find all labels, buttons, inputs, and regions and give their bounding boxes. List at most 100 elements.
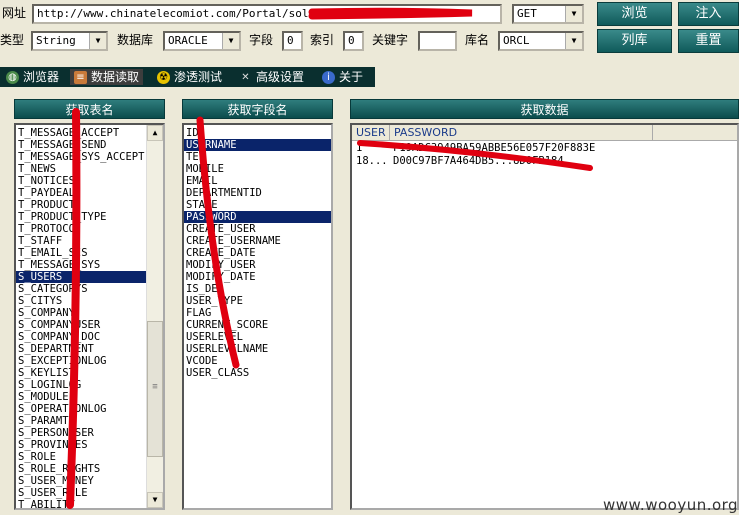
list-item[interactable]: CURRENT_SCORE	[184, 319, 331, 331]
tab-pentest[interactable]: ☢ 渗透测试	[153, 69, 226, 85]
list-item[interactable]: USER_TYPE	[184, 295, 331, 307]
list-item[interactable]: T_STAFF	[16, 235, 163, 247]
dbname-select[interactable]: ORCL ▼	[498, 31, 584, 51]
list-item[interactable]: T_EMAIL_SIS	[16, 247, 163, 259]
reset-button[interactable]: 重置	[678, 29, 739, 53]
list-item[interactable]: T_PAYDEAL	[16, 187, 163, 199]
list-item[interactable]: T_PRODUCT	[16, 199, 163, 211]
get-data-button[interactable]: 获取数据	[350, 99, 739, 119]
list-item[interactable]: S_COMPANY_DOC	[16, 331, 163, 343]
list-item[interactable]: DEPARTMENTID	[184, 187, 331, 199]
index-input[interactable]: 0	[343, 31, 364, 51]
list-item[interactable]: MODIFY_USER	[184, 259, 331, 271]
fields-list[interactable]: ID USERNAME TEL MOBILE EMAIL DEPARTMENTID STAT…	[182, 123, 333, 510]
tab-label: 数据读取	[91, 70, 140, 84]
column-header-password[interactable]: PASSWORD	[390, 125, 653, 140]
tables-list[interactable]: T_MESSAGE_ACCEPT T_MESSAGE_SEND T_MESSAGE_…	[14, 123, 165, 510]
field-count-input[interactable]: 0	[282, 31, 303, 51]
list-item[interactable]: S_PARAMTE	[16, 415, 163, 427]
list-item[interactable]: T_NEWS	[16, 163, 163, 175]
method-select[interactable]: GET ▼	[512, 4, 584, 24]
radiation-icon: ☢	[157, 70, 170, 84]
scroll-thumb[interactable]: ≡	[147, 321, 163, 457]
list-item[interactable]: T_PROTOCO	[16, 223, 163, 235]
tab-data-read[interactable]: ≡ 数据读取	[70, 69, 144, 85]
list-item[interactable]: S_MODULE	[16, 391, 163, 403]
list-item[interactable]: CREATE_DATE	[184, 247, 331, 259]
list-item[interactable]: T_MESSAGE_SEND	[16, 139, 163, 151]
list-item[interactable]: S_COMPANYUSER	[16, 319, 163, 331]
list-item[interactable]: FLAG	[184, 307, 331, 319]
list-item[interactable]: MOBILE	[184, 163, 331, 175]
list-item[interactable]: STATE	[184, 199, 331, 211]
list-item[interactable]: T_MESSAGE_ACCEPT	[16, 127, 163, 139]
tab-label: 渗透测试	[174, 70, 223, 84]
list-item[interactable]: S_OPERATIONLOG	[16, 403, 163, 415]
database-icon: ≡	[74, 70, 87, 84]
watermark: www.wooyun.org	[603, 496, 739, 514]
list-item[interactable]: IS_DEL	[184, 283, 331, 295]
list-item[interactable]: TEL	[184, 151, 331, 163]
list-item[interactable]: MODIFY_DATE	[184, 271, 331, 283]
type-select[interactable]: String ▼	[31, 31, 108, 51]
get-fields-button[interactable]: 获取字段名	[182, 99, 333, 119]
list-item[interactable]: CREATE_USERNAME	[184, 235, 331, 247]
tab-label: 关于	[339, 70, 364, 84]
list-item[interactable]: PASSWORD	[184, 211, 331, 223]
tab-bar: ◍ 浏览器 ≡ 数据读取 ☢ 渗透测试 ✕ 高级设置 i 关于	[0, 67, 375, 87]
inject-button[interactable]: 注入	[678, 2, 739, 26]
list-item[interactable]: USER_CLASS	[184, 367, 331, 379]
method-value: GET	[517, 7, 537, 20]
tools-icon: ✕	[241, 71, 250, 83]
scroll-down-icon[interactable]: ▼	[147, 492, 163, 508]
tab-browser[interactable]: ◍ 浏览器	[2, 69, 63, 85]
list-item[interactable]: S_CATEGORYS	[16, 283, 163, 295]
list-item[interactable]: S_COMPANY	[16, 307, 163, 319]
list-item[interactable]: USERLEVEL	[184, 331, 331, 343]
get-tables-button[interactable]: 获取表名	[14, 99, 165, 119]
chevron-down-icon: ▼	[565, 33, 582, 49]
list-item[interactable]: USERLEVELNAME	[184, 343, 331, 355]
list-item[interactable]: VCODE	[184, 355, 331, 367]
list-item[interactable]: T_MESSAGE_SYS	[16, 259, 163, 271]
browse-button[interactable]: 浏览	[597, 2, 672, 26]
scroll-up-icon[interactable]: ▲	[147, 125, 163, 141]
list-item[interactable]: EMAIL	[184, 175, 331, 187]
data-grid[interactable]: USER PASSWORD 1 F19ADC3949BA59ABBE56E057F…	[350, 123, 739, 510]
chevron-down-icon: ▼	[222, 33, 239, 49]
tables-scrollbar[interactable]: ▲ ≡ ▼	[146, 125, 163, 508]
list-item[interactable]: S_EXCEPTIONLOG	[16, 355, 163, 367]
list-item[interactable]: ID	[184, 127, 331, 139]
column-header-user[interactable]: USER	[352, 125, 390, 140]
tab-about[interactable]: i 关于	[318, 69, 367, 85]
list-item[interactable]: S_USER_ROLE	[16, 487, 163, 499]
list-item[interactable]: S_ROLE	[16, 451, 163, 463]
chevron-down-icon: ▼	[89, 33, 106, 49]
list-item[interactable]: S_USER_MONEY	[16, 475, 163, 487]
list-item[interactable]: S_CITYS	[16, 295, 163, 307]
list-item[interactable]: S_ROLE_RIGHTS	[16, 463, 163, 475]
list-item[interactable]: T_PRODUCT_TYPE	[16, 211, 163, 223]
list-db-button[interactable]: 列库	[597, 29, 672, 53]
list-item[interactable]: CREATE_USER	[184, 223, 331, 235]
list-item[interactable]: S_DEPARTMENT	[16, 343, 163, 355]
type-value: String	[36, 34, 76, 47]
list-item[interactable]: S_PROVINCES	[16, 439, 163, 451]
list-item[interactable]: T_MESSAGE_SYS_ACCEPT	[16, 151, 163, 163]
list-item[interactable]: T_NOTICES	[16, 175, 163, 187]
dbname-label: 库名	[465, 33, 490, 47]
list-item[interactable]: S_USERS	[16, 271, 163, 283]
table-row[interactable]: 18... D00C97BF7A464DB5...8D0FB184	[352, 155, 737, 168]
db-select[interactable]: ORACLE ▼	[163, 31, 241, 51]
keyword-input[interactable]	[418, 31, 457, 51]
list-item[interactable]: S_KEYLIST	[16, 367, 163, 379]
list-item[interactable]: S_LOGINLOG	[16, 379, 163, 391]
list-item[interactable]: T_ABILITY	[16, 499, 163, 508]
list-item[interactable]: USERNAME	[184, 139, 331, 151]
url-input[interactable]: http://www.chinatelecomiot.com/Portal/so…	[32, 4, 502, 24]
list-item[interactable]: S_PERSONUSER	[16, 427, 163, 439]
table-row[interactable]: 1 F19ADC3949BA59ABBE56E057F20F883E	[352, 142, 737, 155]
tab-advanced[interactable]: ✕ 高级设置	[235, 69, 308, 85]
data-grid-header: USER PASSWORD	[352, 125, 737, 141]
tab-label: 浏览器	[23, 70, 60, 84]
